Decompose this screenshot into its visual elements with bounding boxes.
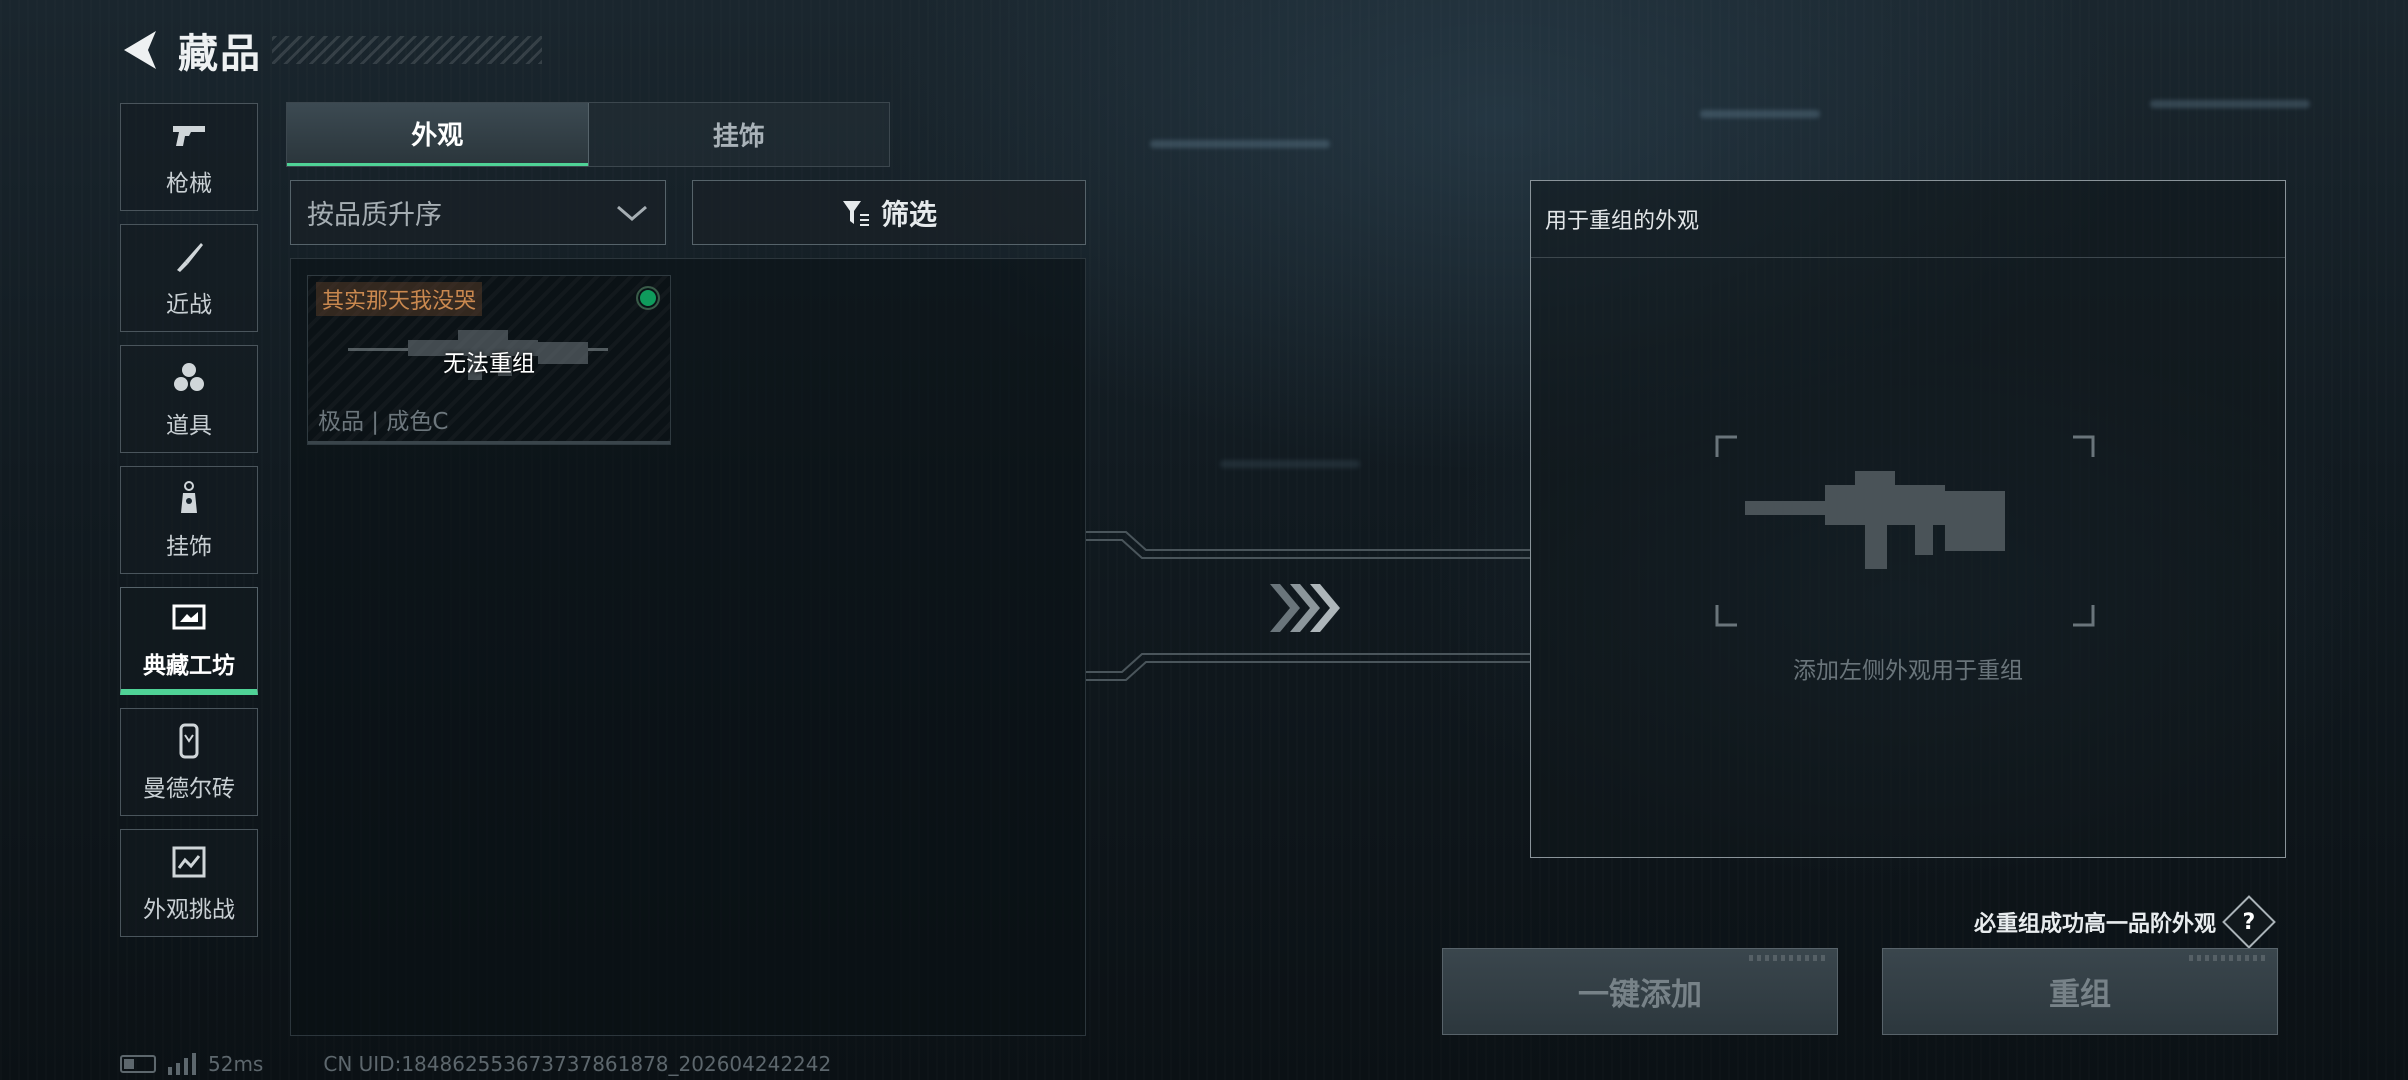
guarantee-text: 必重组成功高一品阶外观 [1973, 912, 2216, 937]
reforge-panel: 用于重组的外观 添加左侧外观用于重组 [1530, 180, 2286, 858]
help-icon[interactable]: ? [2222, 895, 2276, 949]
sidebar-item-label: 道具 [166, 413, 212, 439]
help-icon-label: ? [2242, 909, 2256, 935]
status-bar: 52ms CN UID:18486255367373786​1878_20260… [120, 1052, 831, 1076]
reforge-panel-title: 用于重组的外观 [1545, 209, 1700, 234]
tab-appearance[interactable]: 外观 [287, 103, 588, 166]
sidebar-item-mandel-brick[interactable]: 曼德尔砖 [120, 708, 258, 816]
button-decoration [1749, 955, 1829, 961]
charm-icon [181, 481, 197, 513]
sidebar-item-workshop[interactable]: 典藏工坊 [120, 587, 258, 695]
one-click-add-button[interactable]: 一键添加 [1442, 948, 1838, 1035]
sort-dropdown[interactable]: 按品质升序 [290, 180, 666, 245]
skin-quality-label: 极品 | 成色C [318, 409, 449, 435]
grenade-icon [174, 363, 204, 391]
background-streak [2150, 100, 2310, 108]
title-decoration [272, 36, 542, 64]
workshop-icon [172, 604, 206, 629]
reforge-button-label: 重组 [2049, 977, 2111, 1013]
sidebar-item-label: 典藏工坊 [143, 652, 235, 679]
reforge-slot-hint: 添加左侧外观用于重组 [1793, 658, 2023, 684]
battery-icon [120, 1055, 156, 1073]
sidebar-item-label: 枪械 [166, 171, 212, 197]
sidebar-item-items[interactable]: 道具 [120, 345, 258, 453]
reforge-panel-divider [1531, 257, 2285, 258]
page-title: 藏品 [178, 31, 262, 77]
brick-icon [179, 723, 199, 759]
sidebar-item-melee[interactable]: 近战 [120, 224, 258, 332]
sidebar-item-guns[interactable]: 枪械 [120, 103, 258, 211]
filter-button[interactable]: 筛选 [692, 180, 1086, 245]
pistol-icon [173, 126, 205, 146]
arrow-right-chevrons-icon [1270, 584, 1340, 632]
sidebar-item-label: 挂饰 [166, 534, 212, 560]
chevron-down-icon [617, 205, 647, 221]
user-uid: CN UID:18486255367373786​1878_2026042422… [323, 1052, 832, 1076]
skin-card[interactable]: 其实那天我没哭 无法重组 极品 | 成色C [307, 275, 671, 445]
sidebar-item-label: 外观挑战 [143, 897, 235, 923]
cannot-reforge-label: 无法重组 [443, 351, 535, 377]
signal-icon [168, 1053, 196, 1075]
reforge-button[interactable]: 重组 [1882, 948, 2278, 1035]
back-arrow-icon[interactable] [118, 27, 164, 73]
ping-value: 52ms [208, 1052, 264, 1076]
background-streak [1220, 460, 1360, 468]
one-click-add-label: 一键添加 [1578, 977, 1702, 1013]
sidebar-item-label: 曼德尔砖 [143, 776, 235, 802]
skin-list-panel: 其实那天我没哭 无法重组 极品 | 成色C [290, 258, 1086, 1036]
reforge-guarantee-info: 必重组成功高一品阶外观 ? [1973, 895, 2276, 949]
filter-button-label: 筛选 [880, 197, 937, 231]
sidebar-item-charms[interactable]: 挂饰 [120, 466, 258, 574]
tab-charms[interactable]: 挂饰 [587, 103, 889, 166]
knife-icon [177, 243, 203, 272]
button-decoration [2189, 955, 2269, 961]
page-header: 藏品 [118, 26, 542, 77]
skin-type-tabs: 外观 挂饰 [286, 102, 890, 167]
skin-name-tag: 其实那天我没哭 [316, 282, 483, 316]
challenge-icon [172, 846, 206, 878]
owned-status-dot [636, 286, 660, 310]
category-sidebar: 枪械 近战 道具 挂饰 典藏工坊 曼德尔砖 外观挑战 [120, 103, 258, 950]
sort-dropdown-value: 按品质升序 [307, 200, 442, 231]
filter-icon [842, 200, 869, 226]
background-streak [1150, 140, 1330, 148]
background-streak [1700, 110, 1820, 118]
card-divider [308, 441, 670, 444]
rifle-placeholder-icon [1745, 471, 2005, 569]
sidebar-item-label: 近战 [166, 292, 212, 318]
sidebar-item-challenge[interactable]: 外观挑战 [120, 829, 258, 937]
reforge-slot[interactable] [1715, 435, 2095, 627]
